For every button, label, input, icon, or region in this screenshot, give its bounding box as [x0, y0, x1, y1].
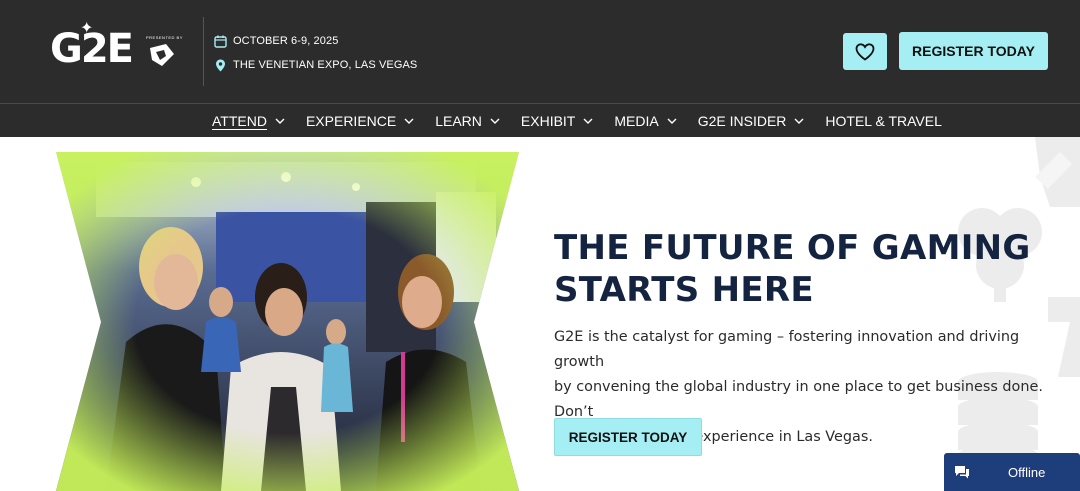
event-date-row: OCTOBER 6-9, 2025: [214, 30, 417, 52]
chat-icon: [955, 466, 969, 479]
nav-label: LEARN: [435, 112, 482, 129]
location-pin-icon: [216, 59, 225, 71]
chevron-down-icon: [404, 118, 414, 124]
chevron-down-icon: [794, 118, 804, 124]
chevron-down-icon: [490, 118, 500, 124]
sparkle-icon: ✦: [80, 20, 94, 37]
nav-item-g2e-insider[interactable]: G2E INSIDER: [698, 113, 805, 129]
headline-line: THE FUTURE OF GAMING: [554, 228, 1031, 268]
nav-item-experience[interactable]: EXPERIENCE: [306, 113, 414, 129]
register-today-button-header[interactable]: REGISTER TODAY: [899, 32, 1048, 70]
register-today-button-hero[interactable]: REGISTER TODAY: [554, 418, 702, 456]
nav-label: HOTEL & TRAVEL: [825, 112, 942, 129]
nav-item-learn[interactable]: LEARN: [435, 113, 500, 129]
main-nav: ATTEND EXPERIENCE LEARN EXHIBIT MEDIA G2…: [0, 103, 1080, 137]
g2e-logo[interactable]: G2E ✦ PRESENTED BY: [50, 21, 185, 75]
hero-section: THE FUTURE OF GAMING STARTS HERE G2E is …: [0, 137, 1080, 491]
nav-label: ATTEND: [212, 112, 267, 129]
nav-label: G2E INSIDER: [697, 112, 787, 129]
event-date: OCTOBER 6-9, 2025: [233, 35, 339, 47]
heart-icon: [855, 42, 875, 61]
hero-headline: THE FUTURE OF GAMING STARTS HERE: [554, 227, 1031, 311]
chevron-down-icon: [275, 118, 285, 124]
nav-item-hotel-travel[interactable]: HOTEL & TRAVEL: [825, 113, 941, 129]
event-location: THE VENETIAN EXPO, LAS VEGAS: [233, 59, 418, 71]
nav-label: EXHIBIT: [520, 112, 576, 129]
event-info: OCTOBER 6-9, 2025 THE VENETIAN EXPO, LAS…: [214, 30, 417, 78]
header-divider: [203, 17, 204, 86]
chevron-down-icon: [583, 118, 593, 124]
chat-widget[interactable]: Offline: [944, 453, 1080, 491]
aga-emblem-icon: [150, 44, 174, 66]
description-line: G2E is the catalyst for gaming – fosteri…: [554, 329, 1020, 370]
nav-item-media[interactable]: MEDIA: [614, 112, 677, 129]
favorites-button[interactable]: [843, 33, 887, 70]
headline-line: STARTS HERE: [554, 270, 814, 310]
nav-label: MEDIA: [614, 112, 659, 129]
nav-label: EXPERIENCE: [305, 112, 397, 129]
nav-item-exhibit[interactable]: EXHIBIT: [521, 113, 593, 129]
chat-status-label: Offline: [1008, 464, 1046, 480]
event-location-row: THE VENETIAN EXPO, LAS VEGAS: [214, 54, 417, 76]
logo-badge: PRESENTED BY: [146, 35, 183, 40]
top-header: G2E ✦ PRESENTED BY OCTOBER 6-9, 2025 THE…: [0, 0, 1080, 103]
nav-list: ATTEND EXPERIENCE LEARN EXHIBIT MEDIA G2…: [212, 104, 963, 137]
chevron-down-icon: [667, 118, 677, 124]
hero-photo: [56, 152, 519, 491]
nav-item-attend[interactable]: ATTEND: [212, 113, 285, 129]
calendar-icon: [214, 35, 227, 48]
